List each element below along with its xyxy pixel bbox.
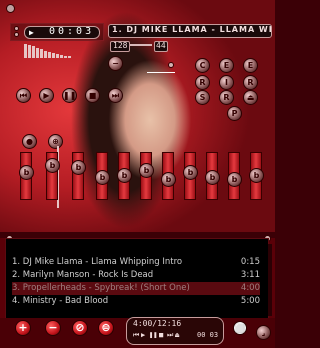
seek-knob[interactable] bbox=[168, 62, 174, 68]
previous-button[interactable]: ⏮ bbox=[16, 88, 31, 103]
kbps-box: 128 bbox=[110, 41, 130, 52]
kbps-value: 128 bbox=[113, 41, 128, 50]
time-display-box: ▶ 00:03 bbox=[24, 26, 100, 39]
mini-prev-icon[interactable]: ⏮ bbox=[133, 331, 139, 340]
eq-knob-5[interactable]: b bbox=[139, 162, 154, 178]
playlist-panel: 1. DJ Mike Llama - Llama Whipping Intro … bbox=[5, 238, 269, 320]
eq-knob-1[interactable]: b bbox=[45, 158, 60, 173]
mini-play-icon[interactable]: ▶ bbox=[141, 331, 145, 339]
mini-stop-icon[interactable]: ■ bbox=[159, 331, 163, 339]
mini-next-icon[interactable]: ⏭ bbox=[167, 331, 173, 340]
eq-knob-10[interactable]: b bbox=[249, 167, 264, 183]
time-display: 00:03 bbox=[49, 26, 95, 37]
playlist-time-box: 4:00/12:16 ⏮ ▶ ❚❚ ■ ⏭ ⏏ 00 03 bbox=[126, 317, 224, 345]
playlist-select-button[interactable]: ⊘ bbox=[72, 320, 88, 336]
playlist-row-duration: 4:00 bbox=[240, 283, 260, 293]
playlist-toggle-button[interactable]: P bbox=[227, 106, 242, 121]
khz-box: 44 bbox=[154, 41, 168, 52]
track-title: 1. DJ MIKE LLAMA - LLAMA WHIPPI bbox=[112, 25, 271, 34]
playlist-misc-button[interactable]: ⊜ bbox=[98, 320, 114, 336]
playlist-add-button[interactable]: + bbox=[15, 320, 31, 336]
eq-knob-3[interactable]: b bbox=[95, 170, 110, 185]
resize-grip-icon[interactable]: ⌟ bbox=[256, 325, 271, 340]
playlist-row-1[interactable]: 1. DJ Mike Llama - Llama Whipping Intro … bbox=[12, 256, 260, 269]
playlist-list-button[interactable]: ⬜ bbox=[233, 321, 247, 335]
playlist-row-4[interactable]: 4. Ministry - Bad Blood 5:00 bbox=[12, 295, 260, 308]
playlist-row-duration: 5:00 bbox=[240, 296, 260, 306]
mini-eject-icon[interactable]: ⏏ bbox=[175, 331, 179, 339]
right-button-r1[interactable]: R bbox=[195, 75, 210, 90]
right-button-i[interactable]: I bbox=[219, 75, 234, 90]
next-button[interactable]: ⏭ bbox=[108, 88, 123, 103]
eq-slider-2[interactable] bbox=[72, 152, 84, 200]
mini-pause-icon[interactable]: ❚❚ bbox=[149, 331, 157, 339]
eq-on-button[interactable]: ● bbox=[22, 134, 37, 149]
playlist-row-title: 1. DJ Mike Llama - Llama Whipping Intro bbox=[12, 257, 183, 267]
right-button-e1[interactable]: E bbox=[219, 58, 234, 73]
playlist-row-duration: 3:11 bbox=[240, 270, 260, 280]
eject-button[interactable]: ⏏ bbox=[243, 90, 258, 105]
stop-button[interactable]: ■ bbox=[85, 88, 100, 103]
shuffle-button[interactable]: S bbox=[195, 90, 210, 105]
playlist-row-title: 4. Ministry - Bad Blood bbox=[12, 296, 109, 306]
play-button[interactable]: ▶ bbox=[39, 88, 54, 103]
eq-knob-4[interactable]: b bbox=[117, 167, 132, 183]
repeat-button[interactable]: R bbox=[219, 90, 234, 105]
track-title-display: 1. DJ MIKE LLAMA - LLAMA WHIPPI bbox=[108, 24, 272, 38]
balance-slider-track[interactable] bbox=[130, 44, 152, 46]
playlist-row-title: 3. Propellerheads - Spybreak! (Short One… bbox=[12, 283, 190, 293]
option-dot-icon[interactable] bbox=[14, 26, 19, 31]
pause-button[interactable]: ❚❚ bbox=[62, 88, 77, 103]
seek-bar[interactable] bbox=[147, 72, 175, 73]
visualizer bbox=[24, 44, 84, 58]
playlist-row-title: 2. Marilyn Manson - Rock Is Dead bbox=[12, 270, 154, 280]
mini-time: 00 03 bbox=[197, 331, 219, 339]
right-button-e2[interactable]: E bbox=[243, 58, 258, 73]
khz-value: 44 bbox=[156, 41, 166, 50]
playlist-row-duration: 0:15 bbox=[240, 257, 260, 267]
playlist-row-3[interactable]: 3. Propellerheads - Spybreak! (Short One… bbox=[12, 282, 260, 295]
option-dot-icon[interactable] bbox=[14, 32, 19, 37]
volume-minus-button[interactable]: − bbox=[108, 56, 123, 71]
winamp-skin: ▶ 00:03 1. DJ MIKE LLAMA - LLAMA WHIPPI … bbox=[0, 0, 275, 348]
playlist-remove-button[interactable]: − bbox=[45, 320, 61, 336]
eq-knob-8[interactable]: b bbox=[205, 170, 220, 185]
playlist-scrollbar[interactable] bbox=[268, 244, 272, 316]
play-indicator-icon: ▶ bbox=[29, 28, 34, 37]
playlist-row-2[interactable]: 2. Marilyn Manson - Rock Is Dead 3:11 bbox=[12, 269, 260, 282]
eq-auto-button[interactable]: ⊕ bbox=[48, 134, 63, 149]
right-button-c[interactable]: C bbox=[195, 58, 210, 73]
close-left-icon[interactable] bbox=[6, 4, 15, 13]
right-button-r2[interactable]: R bbox=[243, 75, 258, 90]
playlist-total-time: 4:00/12:16 bbox=[133, 319, 182, 328]
